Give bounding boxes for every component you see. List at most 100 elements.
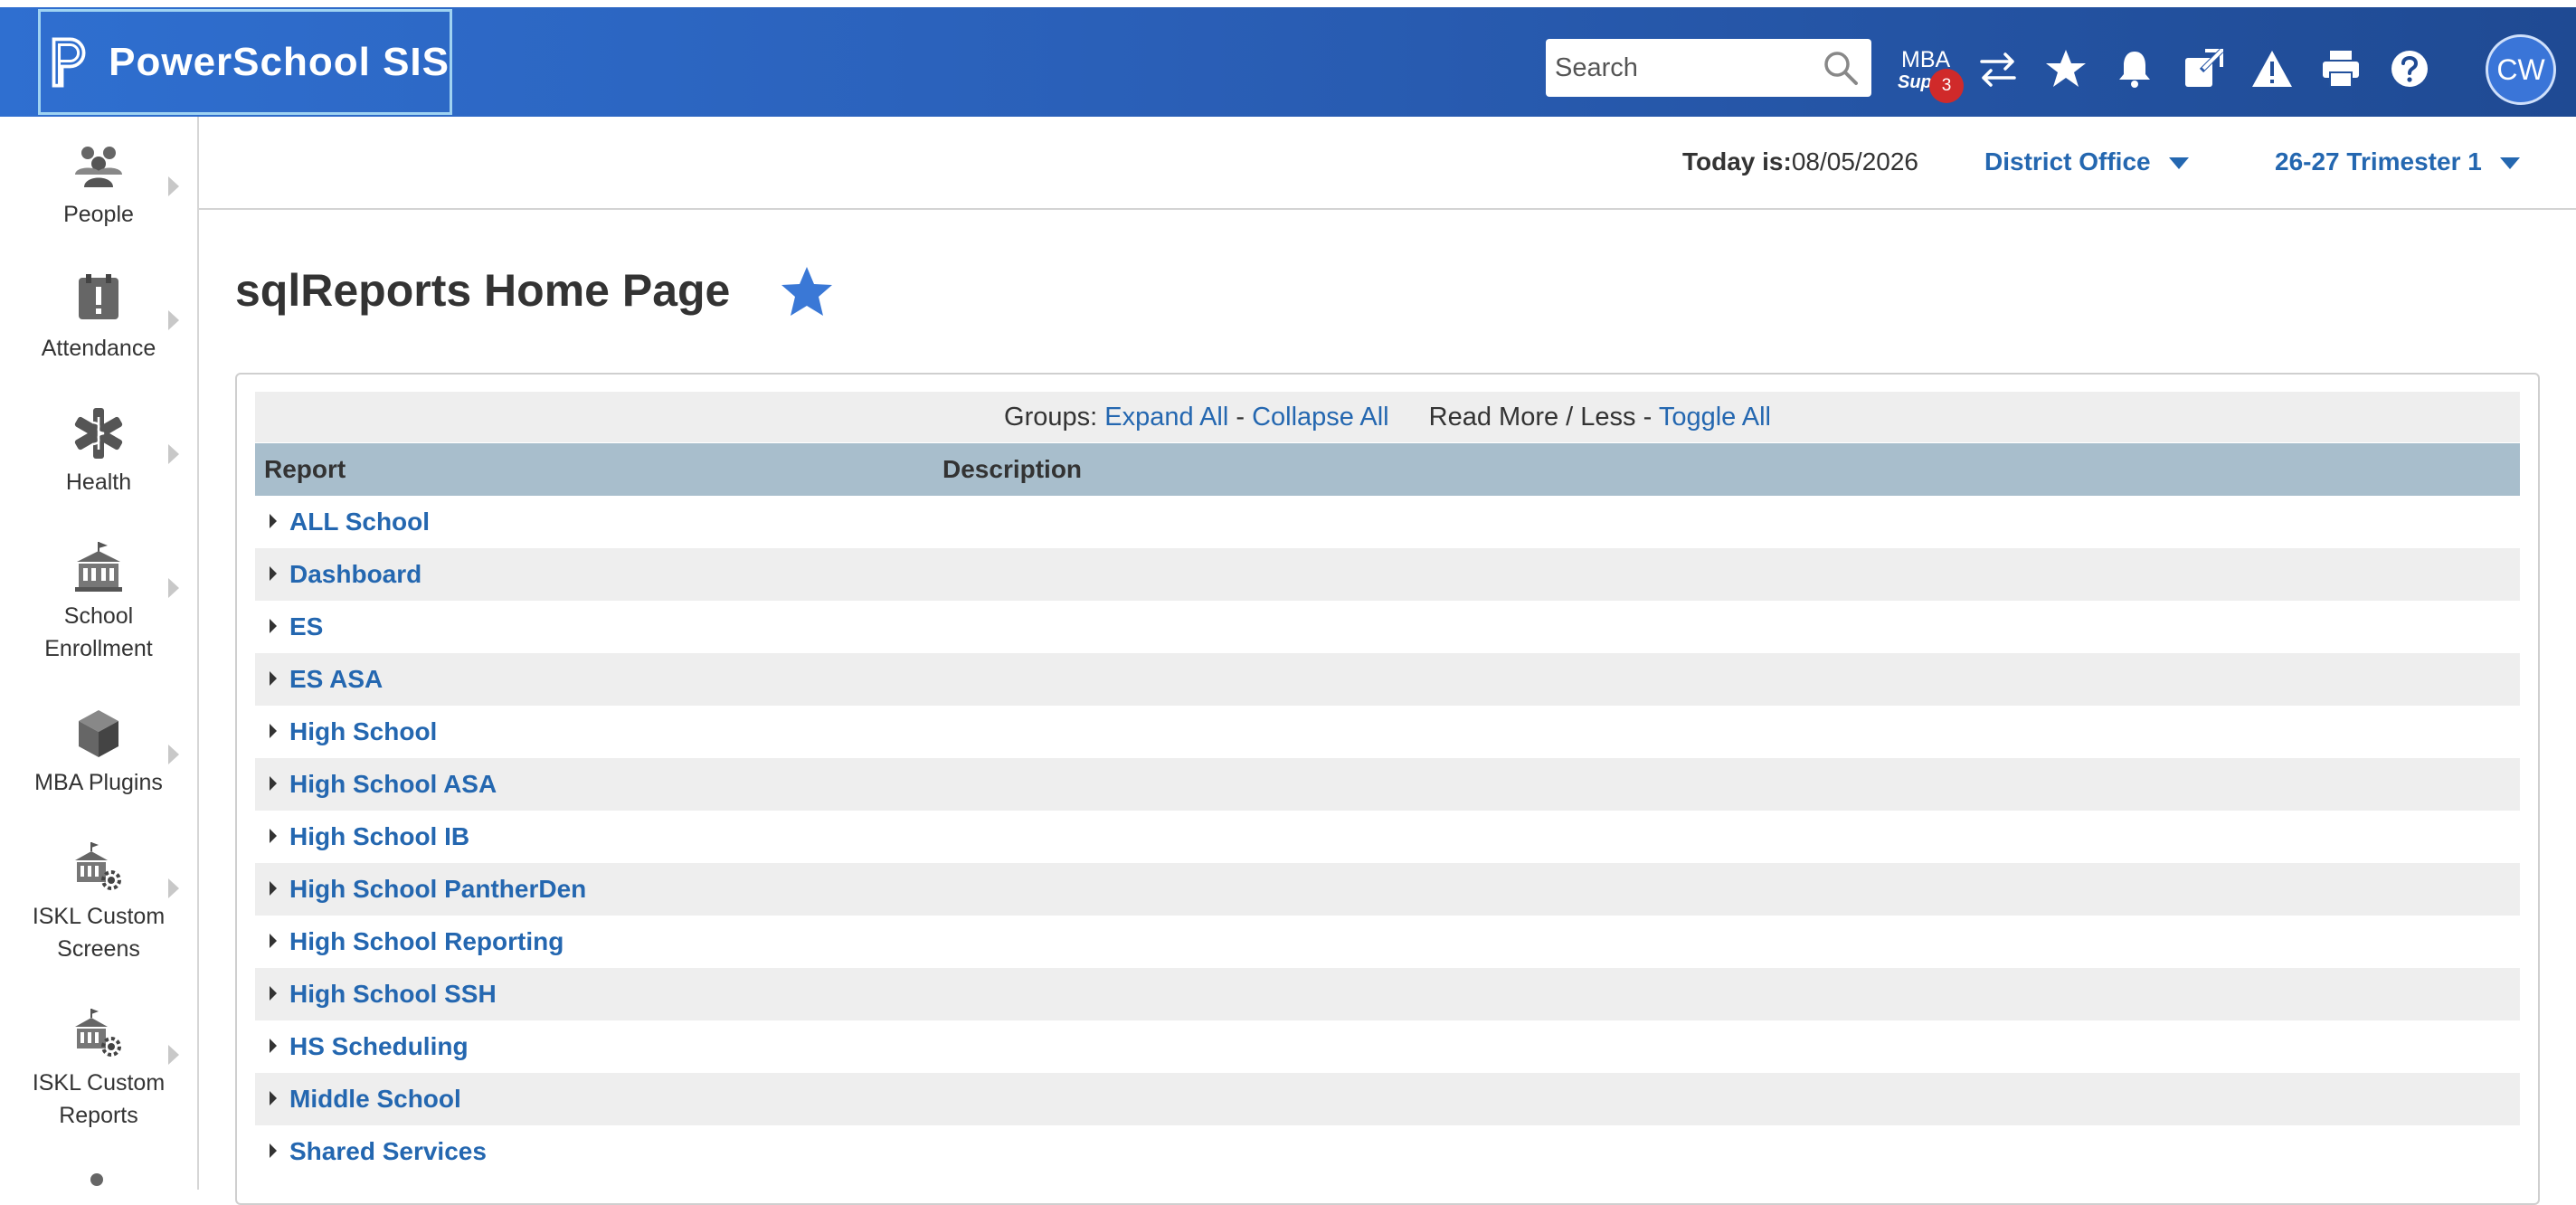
expand-triangle-icon[interactable]	[270, 671, 277, 686]
report-group-link[interactable]: Dashboard	[289, 548, 421, 601]
expand-triangle-icon[interactable]	[270, 1143, 277, 1158]
term-selector[interactable]: 26-27 Trimester 1	[2275, 147, 2520, 176]
table-row[interactable]: High School SSH	[255, 968, 2520, 1020]
school-icon	[75, 542, 122, 592]
expand-triangle-icon[interactable]	[270, 776, 277, 791]
table-row[interactable]: High School ASA	[255, 758, 2520, 811]
favorite-star-icon[interactable]	[779, 264, 835, 320]
sidebar-nav: People Attendance Health School Enrollme…	[0, 117, 199, 1190]
people-icon	[75, 147, 122, 187]
table-row[interactable]: Dashboard	[255, 548, 2520, 601]
sidebar-item-iskl-custom-screens[interactable]: ISKL Custom Screens	[0, 839, 197, 965]
sidebar-item-people[interactable]: People	[0, 137, 197, 231]
sidebar-label: People	[63, 202, 134, 227]
report-group-link[interactable]: ALL School	[289, 496, 430, 548]
expand-triangle-icon[interactable]	[270, 514, 277, 528]
switch-arrows-icon[interactable]	[1976, 47, 2020, 90]
sidebar-item-mba-plugins[interactable]: MBA Plugins	[0, 705, 197, 799]
chevron-right-icon	[168, 444, 179, 464]
table-row[interactable]: High School IB	[255, 811, 2520, 863]
report-group-link[interactable]: ES	[289, 601, 323, 653]
expand-all-link[interactable]: Expand All	[1104, 403, 1228, 432]
report-group-link[interactable]: HS Scheduling	[289, 1020, 469, 1073]
sidebar-label: Health	[65, 470, 132, 495]
table-header: Report Description	[255, 443, 2520, 496]
search-icon[interactable]	[1823, 50, 1859, 86]
table-row[interactable]: ES ASA	[255, 653, 2520, 706]
report-group-link[interactable]: High School	[289, 706, 437, 758]
health-icon	[74, 408, 123, 459]
expand-triangle-icon[interactable]	[270, 1039, 277, 1053]
table-row[interactable]: HS Scheduling	[255, 1020, 2520, 1073]
printer-icon[interactable]	[2319, 47, 2363, 90]
report-group-link[interactable]: High School SSH	[289, 968, 497, 1020]
sidebar-label: School	[63, 603, 134, 629]
table-row[interactable]: Middle School	[255, 1073, 2520, 1125]
search-input[interactable]	[1553, 52, 1819, 84]
table-row[interactable]: High School Reporting	[255, 916, 2520, 968]
user-avatar[interactable]: CW	[2486, 34, 2556, 105]
help-icon[interactable]	[2388, 47, 2431, 90]
sidebar-item-health[interactable]: Health	[0, 404, 197, 498]
collapse-all-link[interactable]: Collapse All	[1252, 403, 1389, 432]
alert-triangle-icon[interactable]	[2250, 47, 2294, 90]
sidebar-label: Screens	[57, 936, 140, 962]
brand-name: PowerSchool SIS	[109, 39, 450, 84]
chevron-right-icon	[168, 176, 179, 196]
bell-icon[interactable]	[2113, 47, 2156, 90]
page-title: sqlReports Home Page	[235, 265, 731, 316]
expand-triangle-icon[interactable]	[270, 724, 277, 738]
toggle-all-link[interactable]: Toggle All	[1659, 403, 1771, 432]
chevron-right-icon	[168, 578, 179, 598]
report-group-link[interactable]: Shared Services	[289, 1125, 487, 1178]
more-items-icon	[90, 1173, 103, 1186]
table-row[interactable]: High School	[255, 706, 2520, 758]
sidebar-label: MBA Plugins	[34, 770, 163, 795]
sidebar-item-iskl-custom-reports[interactable]: ISKL Custom Reports	[0, 1005, 197, 1132]
attendance-icon	[79, 274, 118, 319]
sidebar-item-school-enrollment[interactable]: School Enrollment	[0, 538, 197, 665]
report-group-link[interactable]: High School IB	[289, 811, 469, 863]
table-row[interactable]: ES	[255, 601, 2520, 653]
cube-icon	[79, 710, 118, 757]
chevron-right-icon	[168, 745, 179, 764]
expand-triangle-icon[interactable]	[270, 566, 277, 581]
caret-down-icon	[2168, 157, 2189, 170]
today-date: Today is:08/05/2026	[1682, 147, 1918, 176]
report-group-link[interactable]: High School PantherDen	[289, 863, 586, 916]
sidebar-label: ISKL Custom	[32, 904, 166, 929]
term-selector-label: 26-27 Trimester 1	[2275, 147, 2482, 176]
group-controls: Groups: Expand All - Collapse All Read M…	[255, 392, 2520, 442]
context-bar: Today is:08/05/2026 District Office 26-2…	[199, 117, 2576, 210]
caret-down-icon	[2499, 157, 2520, 170]
chevron-right-icon	[168, 310, 179, 330]
expand-triangle-icon[interactable]	[270, 829, 277, 843]
groups-label: Groups:	[1004, 403, 1098, 432]
chevron-right-icon	[168, 1045, 179, 1065]
report-group-link[interactable]: Middle School	[289, 1073, 461, 1125]
top-band	[0, 0, 2576, 7]
expand-triangle-icon[interactable]	[270, 881, 277, 896]
custom-reports-icon	[75, 1009, 121, 1057]
expand-triangle-icon[interactable]	[270, 934, 277, 948]
table-row[interactable]: Shared Services	[255, 1125, 2520, 1178]
custom-screens-icon	[75, 842, 121, 890]
favorites-star-icon[interactable]	[2044, 47, 2088, 90]
notification-badge: 3	[1929, 69, 1964, 103]
expand-triangle-icon[interactable]	[270, 986, 277, 1001]
report-group-link[interactable]: High School Reporting	[289, 916, 564, 968]
table-row[interactable]: High School PantherDen	[255, 863, 2520, 916]
separator: -	[1228, 403, 1253, 432]
school-selector[interactable]: District Office	[1984, 147, 2189, 176]
expand-triangle-icon[interactable]	[270, 1091, 277, 1105]
search-box[interactable]	[1546, 39, 1871, 97]
table-row[interactable]: ALL School	[255, 496, 2520, 548]
report-group-link[interactable]: High School ASA	[289, 758, 497, 811]
expand-triangle-icon[interactable]	[270, 619, 277, 633]
sidebar-item-attendance[interactable]: Attendance	[0, 270, 197, 365]
brand-logo[interactable]: PowerSchool SIS	[38, 9, 452, 115]
external-link-icon[interactable]	[2182, 47, 2225, 90]
school-selector-label: District Office	[1984, 147, 2151, 176]
sidebar-label: ISKL Custom	[32, 1070, 166, 1096]
report-group-link[interactable]: ES ASA	[289, 653, 383, 706]
